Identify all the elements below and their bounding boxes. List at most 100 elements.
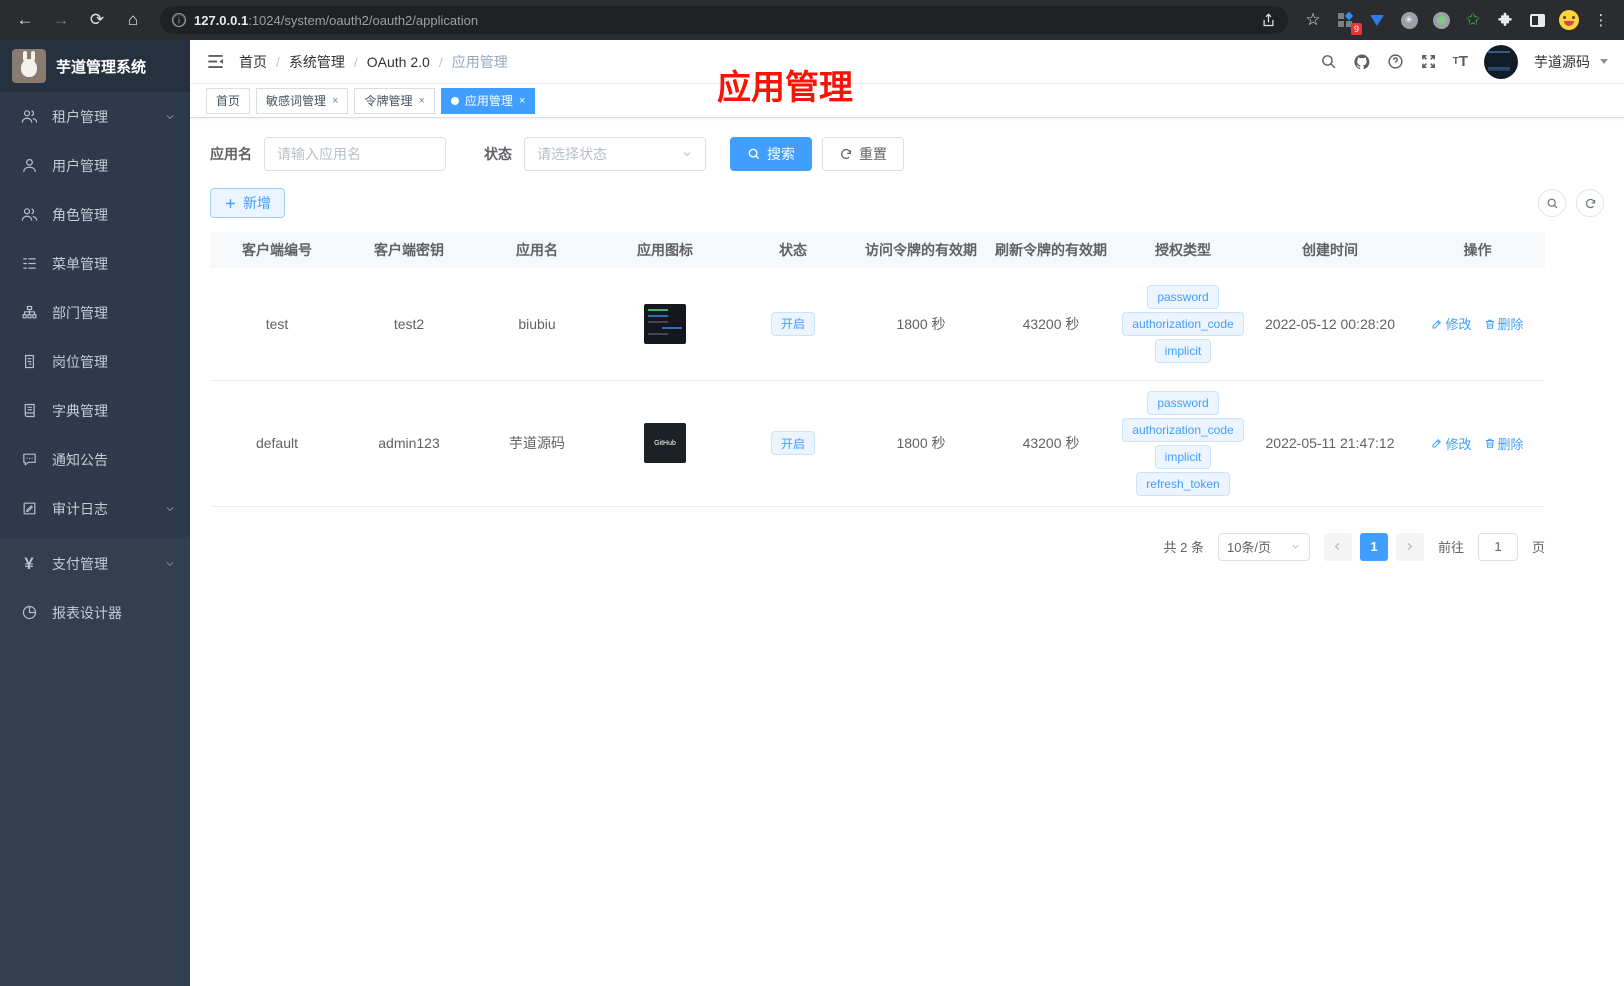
extension-badge: 9 [1350,23,1362,35]
sidebar-item-label: 部门管理 [52,304,108,321]
sidebar-item-岗位管理[interactable]: 岗位管理 [0,337,190,386]
tab-应用管理[interactable]: 应用管理 × [440,87,536,114]
browser-reload-icon[interactable]: ⟳ [82,5,112,35]
sidebar-item-租户管理[interactable]: 租户管理 [0,92,190,141]
edit-link-icon [1432,319,1442,329]
edit-link-icon [1432,439,1442,448]
grant-type-tag: refresh_token [1136,471,1230,496]
goto-page-input[interactable] [1477,532,1518,561]
github-icon[interactable] [1353,53,1371,71]
sidebar-item-字典管理[interactable]: 字典管理 [0,386,190,435]
sidebar-item-label: 审计日志 [52,500,108,517]
tab-首页[interactable]: 首页 [206,87,251,114]
close-tab-icon[interactable]: × [332,95,338,107]
user-menu-caret-icon[interactable] [1600,59,1608,64]
sidebar-item-菜单管理[interactable]: 菜单管理 [0,239,190,288]
browser-home-icon[interactable]: ⌂ [118,5,148,35]
status-tag: 开启 [770,431,815,455]
github-thumb: GitHub [644,423,686,463]
close-tab-icon[interactable]: × [418,95,424,107]
address-bar[interactable]: ⓘ 127.0.0.1:1024/system/oauth2/oauth2/ap… [160,6,1288,34]
breadcrumb-item[interactable]: 首页 [239,52,267,72]
edit-link[interactable]: 修改 [1431,314,1472,333]
delete-link[interactable]: 删除 [1484,314,1524,333]
browser-back-icon[interactable]: ← [10,5,40,35]
applications-table: 客户端编号 客户端密钥 应用名 应用图标 状态 访问令牌的有效期 刷新令牌的有效期 授权类型创… [210,232,1545,507]
add-button[interactable]: 新增 [210,188,285,218]
breadcrumb-item[interactable]: 系统管理 [289,52,345,72]
sidebar-item-部门管理[interactable]: 部门管理 [0,288,190,337]
header-search-icon[interactable] [1320,53,1337,70]
cell-client-secret: admin123 [344,380,474,507]
pagination: 共 2 条 10条/页 1 前往 1 页 [210,532,1545,561]
site-info-icon[interactable]: ⓘ [172,13,186,28]
extension-circle-icon[interactable]: ✳ [1396,7,1422,33]
sidebar-item-支付管理[interactable]: ¥ 支付管理 [0,539,190,588]
grant-type-tag: authorization_code [1122,311,1244,336]
reset-button[interactable]: 重置 [822,137,904,171]
sidebar-item-通知公告[interactable]: 通知公告 [0,435,190,484]
delete-link[interactable]: 删除 [1484,434,1524,453]
app-title: 芋道管理系统 [56,58,147,76]
browser-menu-icon[interactable]: ⋮ [1588,7,1614,33]
extension-tabs-icon[interactable]: 9 [1332,7,1362,35]
app-name-label: 应用名 [210,146,252,162]
help-icon[interactable] [1387,53,1404,70]
bookmark-star-icon[interactable]: ☆ [1300,7,1326,33]
page-number-button[interactable]: 1 [1359,532,1388,561]
share-icon[interactable] [1261,12,1276,28]
sidebar-item-审计日志[interactable]: 审计日志 [0,484,190,533]
cell-actions[interactable]: 修改 删除 [1410,380,1545,507]
next-page-button[interactable] [1395,532,1424,561]
sidebar-menu-bottom: ¥ 支付管理报表设计器 [0,539,190,986]
extension-star-icon[interactable]: ✩ [1460,7,1486,33]
sidebar-item-label: 角色管理 [52,206,108,223]
browser-profile-avatar[interactable] [1556,7,1582,33]
chevron-down-icon [164,558,176,570]
prev-page-button[interactable] [1323,532,1352,561]
sidebar-item-label: 通知公告 [52,451,108,468]
tab-令牌管理[interactable]: 令牌管理 × [354,87,435,114]
sidebar-item-角色管理[interactable]: 角色管理 [0,190,190,239]
navbar-actions: TT 芋道源码 [1320,44,1608,79]
column-header: 应用图标 [600,232,730,268]
main-area: 应用管理 首页 / 系统管理 / OAuth 2.0/应用管理 T T 芋道源码… [190,40,1624,986]
status-select[interactable]: 请选择状态 [524,137,706,171]
browser-forward-icon[interactable]: → [46,5,76,35]
cell-app-name: 芋道源码 [474,380,600,507]
sidebar-item-用户管理[interactable]: 用户管理 [0,141,190,190]
status-tag: 开启 [770,311,815,336]
cell-status: 开启 [730,268,856,381]
table-row: test test2 biubiu 开启 1800 秒 43200 秒 password au… [210,268,1545,381]
column-header: 操作 [1410,232,1545,268]
toolbar-row: 新增 [210,188,1604,218]
tab-label: 首页 [216,94,241,108]
extension-gem-icon[interactable] [1364,7,1390,33]
cell-actions[interactable]: 修改 删除 [1410,268,1545,381]
breadcrumb-item[interactable]: OAuth 2.0 [367,54,430,70]
cell-refresh-token-validity: 43200 秒 [986,268,1116,381]
cell-client-id: default [210,380,344,507]
search-button[interactable]: 搜索 [730,137,812,171]
tab-敏感词管理[interactable]: 敏感词管理 × [256,87,349,114]
user-avatar[interactable] [1484,44,1518,79]
app-name-input[interactable] [264,137,446,171]
chevron-down-icon [681,148,693,160]
user-name: 芋道源码 [1534,53,1590,70]
toggle-search-icon[interactable] [1538,189,1566,217]
breadcrumb: 首页 / 系统管理 / OAuth 2.0 / 应用管理 [239,52,508,72]
fullscreen-icon[interactable] [1420,53,1437,70]
breadcrumb-separator: / [276,53,280,70]
extensions-puzzle-icon[interactable] [1492,7,1518,33]
sidebar-item-label: 报表设计器 [52,604,122,621]
sidebar-item-报表设计器[interactable]: 报表设计器 [0,588,190,637]
extension-recorder-icon[interactable] [1428,7,1454,33]
app-logo[interactable]: 芋道管理系统 [0,40,190,92]
page-size-select[interactable]: 10条/页 [1217,532,1310,561]
refresh-table-icon[interactable] [1576,189,1604,217]
side-panel-icon[interactable] [1524,7,1550,33]
font-size-icon[interactable]: TT [1453,53,1468,70]
sidebar-collapse-icon[interactable] [206,52,225,71]
edit-link[interactable]: 修改 [1431,434,1472,453]
close-tab-icon[interactable]: × [519,95,525,107]
